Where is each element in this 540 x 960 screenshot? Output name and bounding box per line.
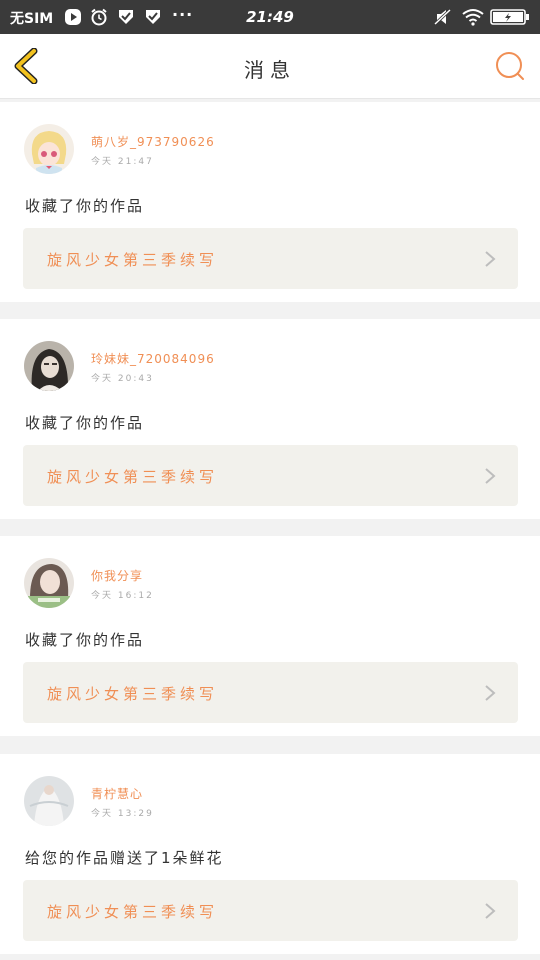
timestamp: 今天 20:43 bbox=[91, 374, 154, 384]
battery-icon bbox=[490, 8, 530, 26]
work-title: 旋风少女第三季续写 bbox=[47, 685, 219, 703]
nav-header: 消息 bbox=[0, 34, 540, 99]
avatar[interactable] bbox=[24, 558, 74, 608]
action-text: 给您的作品赠送了1朵鲜花 bbox=[25, 849, 224, 867]
chevron-right-icon bbox=[485, 903, 496, 919]
username[interactable]: 玲妹妹_720084096 bbox=[91, 350, 215, 367]
work-link[interactable]: 旋风少女第三季续写 bbox=[23, 228, 518, 289]
work-link[interactable]: 旋风少女第三季续写 bbox=[23, 662, 518, 723]
clock: 21:49 bbox=[246, 8, 294, 26]
search-button[interactable] bbox=[494, 50, 526, 82]
message-card: 萌八岁_973790626 今天 21:47 收藏了你的作品 旋风少女第三季续写 bbox=[0, 102, 540, 302]
action-text: 收藏了你的作品 bbox=[25, 197, 145, 215]
mute-icon bbox=[434, 8, 452, 26]
username[interactable]: 青柠慧心 bbox=[91, 785, 143, 802]
action-text: 收藏了你的作品 bbox=[25, 414, 145, 432]
work-link[interactable]: 旋风少女第三季续写 bbox=[23, 880, 518, 941]
avatar[interactable] bbox=[24, 124, 74, 174]
username[interactable]: 你我分享 bbox=[91, 567, 143, 584]
status-bar: 无SIM ··· 21:49 bbox=[0, 0, 540, 34]
message-card: 你我分享 今天 16:12 收藏了你的作品 旋风少女第三季续写 bbox=[0, 536, 540, 736]
avatar[interactable] bbox=[24, 341, 74, 391]
chevron-right-icon bbox=[485, 685, 496, 701]
chevron-right-icon bbox=[485, 468, 496, 484]
work-title: 旋风少女第三季续写 bbox=[47, 903, 219, 921]
timestamp: 今天 16:12 bbox=[91, 591, 154, 601]
wifi-icon bbox=[462, 8, 484, 26]
action-text: 收藏了你的作品 bbox=[25, 631, 145, 649]
work-title: 旋风少女第三季续写 bbox=[47, 468, 219, 486]
timestamp: 今天 13:29 bbox=[91, 809, 154, 819]
search-icon bbox=[496, 52, 524, 80]
avatar[interactable] bbox=[24, 776, 74, 826]
timestamp: 今天 21:47 bbox=[91, 157, 154, 167]
page-title: 消息 bbox=[244, 58, 296, 82]
chevron-right-icon bbox=[485, 251, 496, 267]
work-title: 旋风少女第三季续写 bbox=[47, 251, 219, 269]
username[interactable]: 萌八岁_973790626 bbox=[91, 133, 215, 150]
message-card: 青柠慧心 今天 13:29 给您的作品赠送了1朵鲜花 旋风少女第三季续写 bbox=[0, 754, 540, 954]
message-card: 玲妹妹_720084096 今天 20:43 收藏了你的作品 旋风少女第三季续写 bbox=[0, 319, 540, 519]
work-link[interactable]: 旋风少女第三季续写 bbox=[23, 445, 518, 506]
